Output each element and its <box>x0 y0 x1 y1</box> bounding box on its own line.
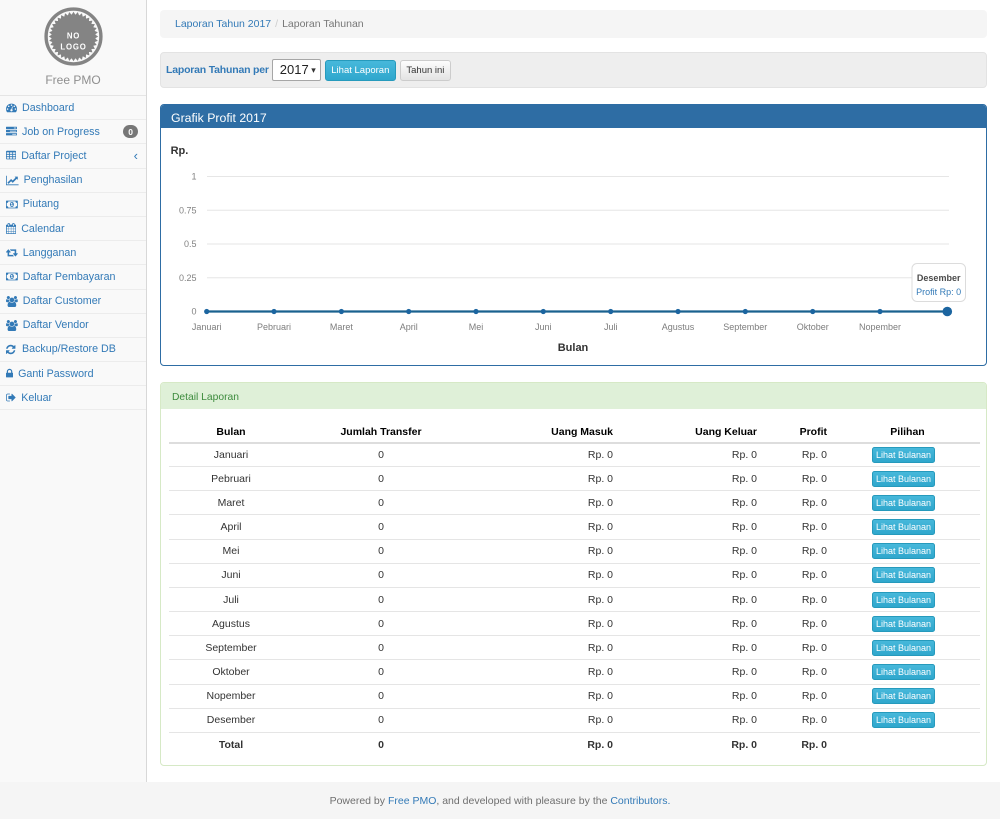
svg-text:Nopember: Nopember <box>859 322 901 332</box>
svg-text:0: 0 <box>191 307 196 317</box>
svg-text:0.5: 0.5 <box>184 239 197 249</box>
svg-text:Januari: Januari <box>192 322 222 332</box>
svg-text:Profit Rp: 0: Profit Rp: 0 <box>916 287 961 297</box>
svg-text:Pebruari: Pebruari <box>257 322 291 332</box>
svg-text:September: September <box>723 322 767 332</box>
svg-text:0.75: 0.75 <box>179 206 197 216</box>
svg-text:Mei: Mei <box>469 322 484 332</box>
svg-text:Juni: Juni <box>535 322 552 332</box>
svg-text:1: 1 <box>191 172 196 182</box>
svg-text:Maret: Maret <box>330 322 354 332</box>
svg-text:LOGO: LOGO <box>60 42 86 51</box>
svg-text:Desember: Desember <box>917 273 961 283</box>
svg-text:0.25: 0.25 <box>179 273 197 283</box>
svg-text:Rp.: Rp. <box>171 145 189 157</box>
svg-text:NO: NO <box>66 31 79 40</box>
svg-text:Oktober: Oktober <box>797 322 829 332</box>
svg-text:Agustus: Agustus <box>662 322 695 332</box>
svg-text:Juli: Juli <box>604 322 618 332</box>
svg-text:Bulan: Bulan <box>558 342 589 354</box>
svg-text:April: April <box>400 322 418 332</box>
